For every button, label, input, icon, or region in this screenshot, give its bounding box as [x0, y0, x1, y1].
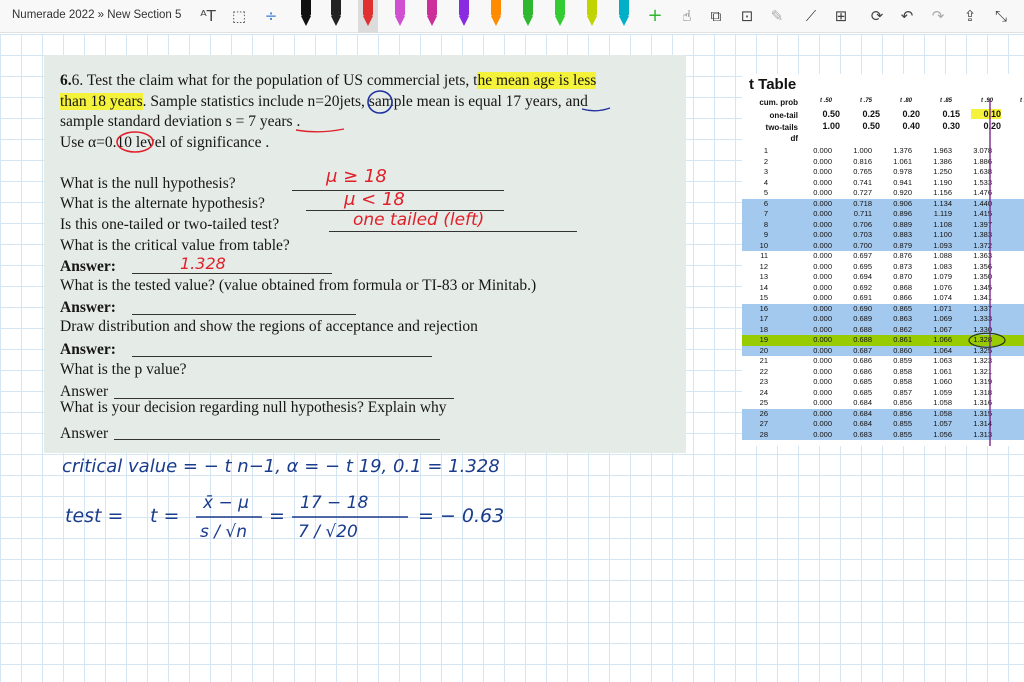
fraction-bars	[196, 516, 408, 518]
